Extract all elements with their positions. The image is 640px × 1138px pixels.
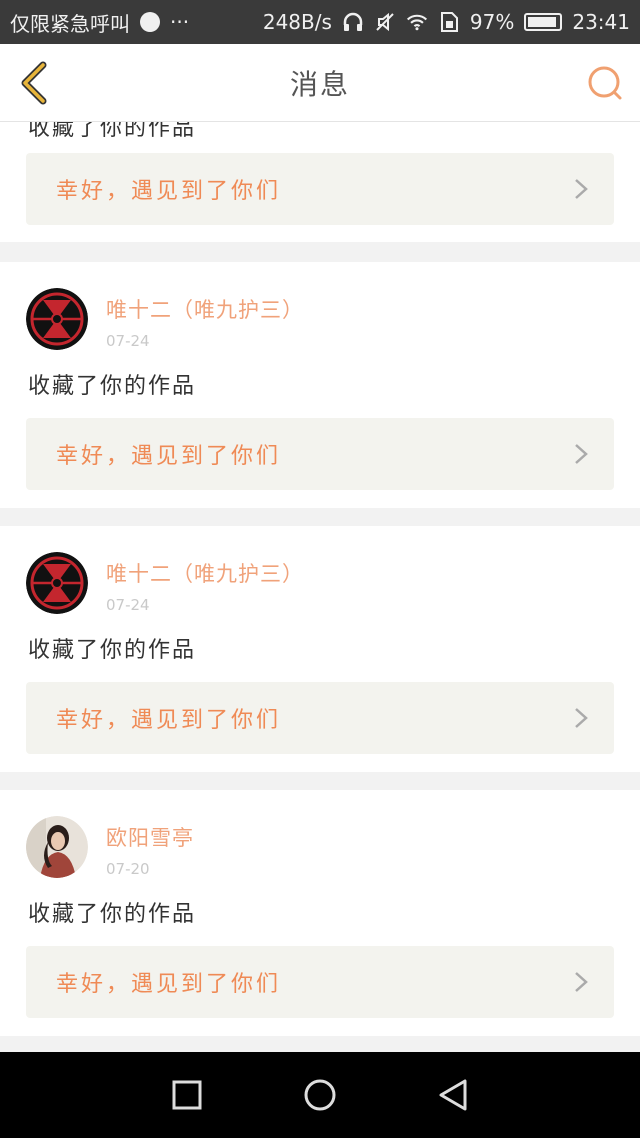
status-bar: 仅限紧急呼叫 ··· 248B/s 97% 23:41 (0, 0, 640, 44)
triangle-back-icon (439, 1079, 467, 1111)
home-button[interactable] (298, 1073, 342, 1117)
action-text: 收藏了你的作品 (28, 122, 197, 141)
mute-icon (374, 11, 396, 33)
username[interactable]: 唯十二（唯九护三） (106, 558, 304, 588)
avatar[interactable] (26, 552, 88, 614)
back-nav-button[interactable] (431, 1073, 475, 1117)
work-link[interactable]: 幸好，遇见到了你们 (26, 682, 614, 754)
circle-icon (304, 1079, 336, 1111)
action-text: 收藏了你的作品 (28, 902, 197, 927)
work-title: 幸好，遇见到了你们 (56, 444, 282, 469)
chevron-left-icon (21, 61, 47, 105)
action-text: 收藏了你的作品 (28, 374, 197, 399)
chevron-right-icon (575, 444, 588, 464)
work-link[interactable]: 幸好，遇见到了你们 (26, 418, 614, 490)
work-title: 幸好，遇见到了你们 (56, 972, 282, 997)
message-header: 欧阳雪亭 07-20 (26, 816, 194, 878)
globe-icon (140, 12, 160, 32)
message-card: 唯十二（唯九护三） 07-24 收藏了你的作品 幸好，遇见到了你们 (0, 526, 640, 772)
work-title: 幸好，遇见到了你们 (56, 708, 282, 733)
page-title: 消息 (289, 67, 350, 101)
battery-percent: 97% (469, 10, 515, 34)
message-card: 收藏了你的作品 幸好，遇见到了你们 (0, 122, 640, 242)
work-link[interactable]: 幸好，遇见到了你们 (26, 946, 614, 1018)
avatar[interactable] (26, 816, 88, 878)
message-date: 07-24 (106, 332, 150, 350)
sim-icon (438, 11, 460, 33)
action-text: 收藏了你的作品 (28, 638, 197, 663)
clock: 23:41 (572, 10, 630, 34)
battery-icon (524, 13, 563, 31)
headphones-icon (342, 11, 364, 33)
more-dots: ··· (170, 10, 190, 34)
avatar[interactable] (26, 288, 88, 350)
exo-logo-icon (26, 552, 88, 614)
person-photo-icon (26, 816, 88, 878)
search-icon (588, 66, 622, 100)
search-button[interactable] (586, 64, 624, 102)
top-nav-bar: 消息 (0, 44, 640, 122)
wifi-icon (406, 11, 428, 33)
network-speed: 248B/s (262, 10, 332, 34)
message-card: 欧阳雪亭 07-20 收藏了你的作品 幸好，遇见到了你们 (0, 790, 640, 1036)
exo-logo-icon (26, 288, 88, 350)
message-list[interactable]: 收藏了你的作品 幸好，遇见到了你们 唯十二（唯九护三） 07-24 收藏了你的作… (0, 122, 640, 1052)
work-title: 幸好，遇见到了你们 (56, 179, 282, 204)
username[interactable]: 唯十二（唯九护三） (106, 294, 304, 324)
message-header: 唯十二（唯九护三） 07-24 (26, 552, 304, 614)
carrier-text: 仅限紧急呼叫 (10, 11, 130, 36)
message-header: 唯十二（唯九护三） 07-24 (26, 288, 304, 350)
recent-apps-button[interactable] (165, 1073, 209, 1117)
chevron-right-icon (575, 708, 588, 728)
message-date: 07-20 (106, 860, 150, 878)
username[interactable]: 欧阳雪亭 (106, 822, 194, 852)
chevron-right-icon (575, 179, 588, 199)
message-date: 07-24 (106, 596, 150, 614)
system-nav-bar (0, 1052, 640, 1138)
square-icon (172, 1080, 202, 1110)
chevron-right-icon (575, 972, 588, 992)
work-link[interactable]: 幸好，遇见到了你们 (26, 153, 614, 225)
back-button[interactable] (14, 60, 54, 106)
message-card: 唯十二（唯九护三） 07-24 收藏了你的作品 幸好，遇见到了你们 (0, 262, 640, 508)
